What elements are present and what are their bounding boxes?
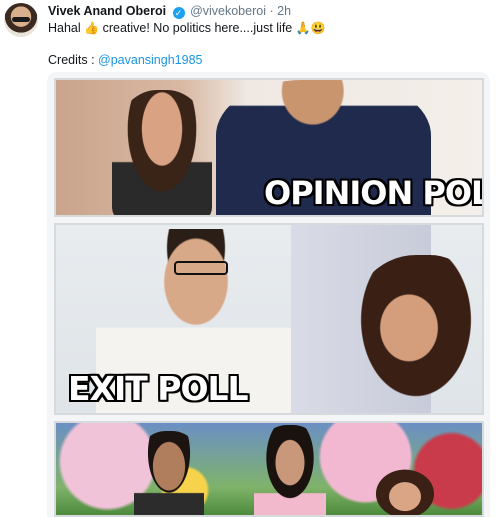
avatar-sunglasses: [12, 17, 30, 22]
meme-panel-opinion-poll: OPINION POLL: [54, 78, 484, 217]
credits-line: Credits : @pavansingh1985: [48, 53, 202, 67]
tweet-text-part2: creative! No politics here....just life: [102, 21, 293, 35]
praying-hands-emoji-icon: 🙏: [295, 21, 311, 35]
tweet-text: Hahal 👍 creative! No politics here....ju…: [48, 21, 326, 35]
woman-figure: [112, 90, 212, 215]
glasses-shape: [174, 261, 228, 275]
tweet-timestamp[interactable]: 2h: [277, 4, 291, 18]
credits-label: Credits :: [48, 53, 95, 67]
meme-panel-exit-poll: EXIT POLL: [54, 223, 484, 415]
smiling-face-emoji-icon: 😃: [310, 21, 326, 35]
tweet-text-part1: Hahal: [48, 21, 81, 35]
user-handle[interactable]: @vivekoberoi: [190, 4, 266, 18]
verified-badge-icon: ✓: [172, 7, 185, 19]
profile-avatar[interactable]: [4, 3, 38, 37]
separator-dot: ·: [269, 4, 274, 18]
child-figure: [254, 425, 326, 515]
caption-exit-poll: EXIT POLL: [68, 369, 249, 408]
meme-panel-family: [54, 421, 484, 517]
caption-opinion-poll: OPINION POLL: [264, 174, 482, 212]
tweet-media-image[interactable]: OPINION POLL EXIT POLL: [47, 72, 490, 517]
woman-figure-smiling: [346, 255, 482, 413]
credits-mention-link[interactable]: @pavansingh1985: [98, 53, 202, 67]
thumbs-up-emoji-icon: 👍: [84, 21, 100, 35]
tweet-header: Vivek Anand Oberoi ✓ @vivekoberoi · 2h: [48, 4, 291, 19]
woman-figure-bottom: [368, 463, 442, 515]
bearded-man-figure: [134, 431, 204, 515]
display-name[interactable]: Vivek Anand Oberoi: [48, 4, 166, 18]
